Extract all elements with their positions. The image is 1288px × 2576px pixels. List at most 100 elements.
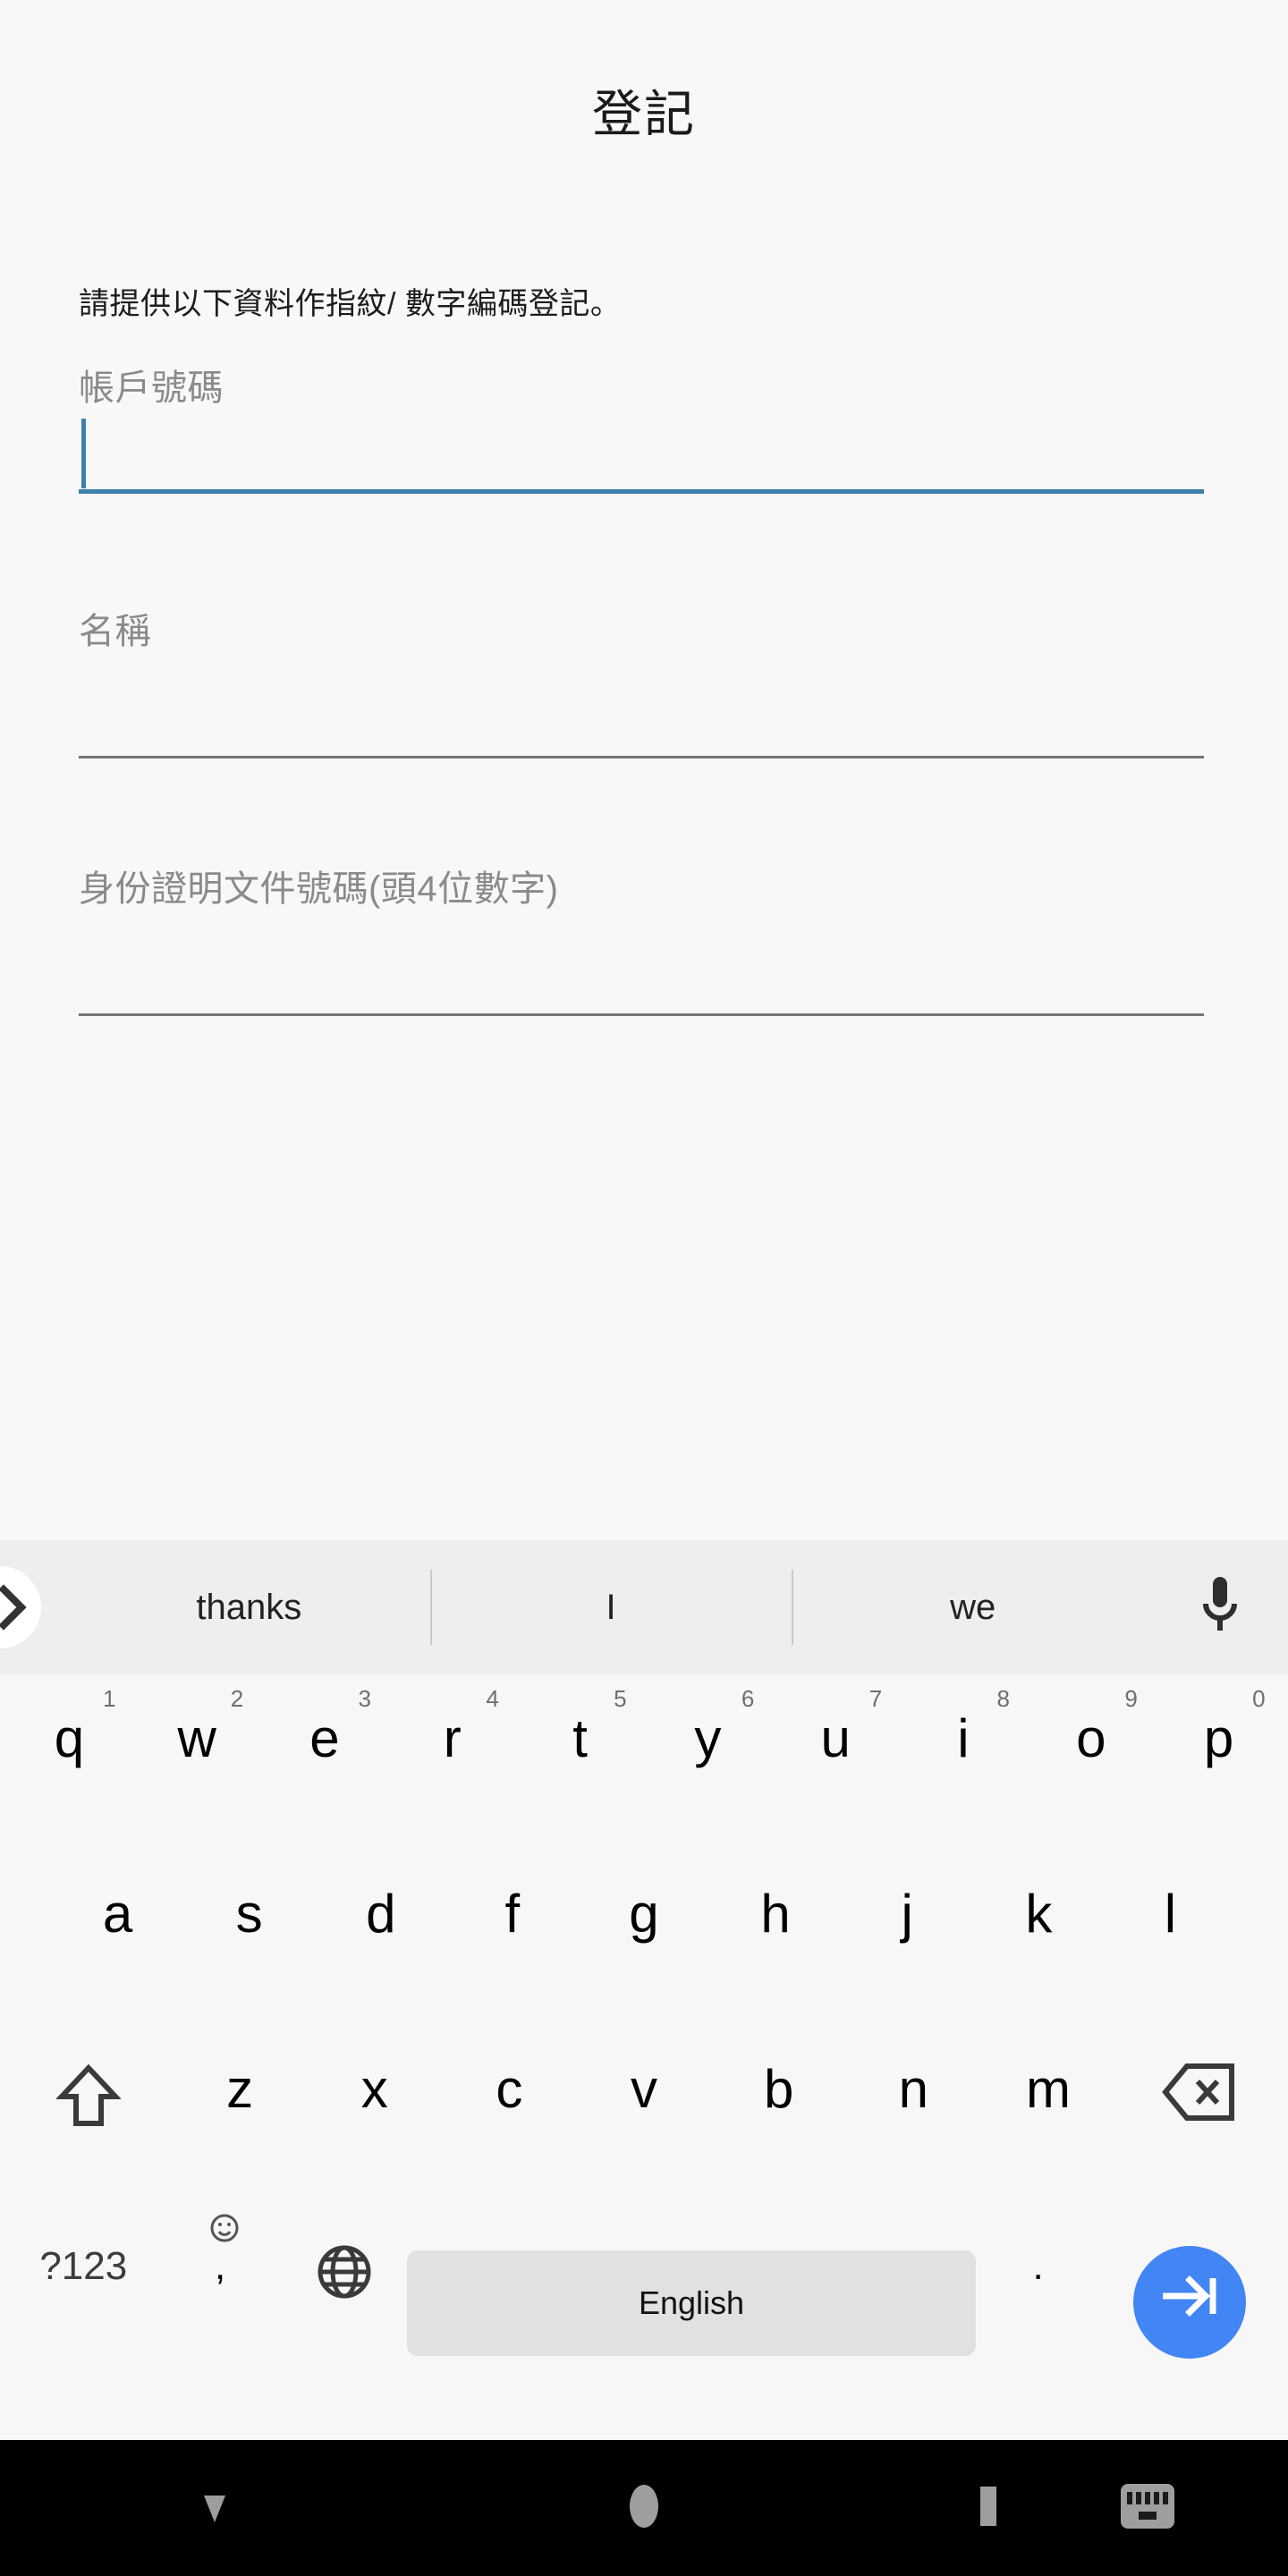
key-label: t bbox=[572, 1708, 588, 1768]
input-wrap-name[interactable] bbox=[79, 655, 1204, 758]
nav-home-button[interactable] bbox=[429, 2481, 859, 2536]
form-field-account-number[interactable]: 帳戶號碼 bbox=[79, 365, 1204, 494]
expand-suggestions-button[interactable] bbox=[0, 1566, 41, 1648]
key-label: l bbox=[1164, 1884, 1177, 1944]
key-x[interactable]: x bbox=[307, 2032, 442, 2202]
space-key[interactable]: English bbox=[407, 2207, 976, 2377]
key-label: e bbox=[309, 1708, 340, 1768]
key-hint: 3 bbox=[358, 1685, 371, 1712]
key-y[interactable]: 6 y bbox=[644, 1682, 772, 1852]
key-label: m bbox=[1025, 2059, 1071, 2119]
key-r[interactable]: 4 r bbox=[388, 1682, 516, 1852]
chevron-right-icon bbox=[0, 1582, 29, 1632]
comma-key[interactable]: , bbox=[158, 2207, 283, 2377]
key-c[interactable]: c bbox=[442, 2032, 577, 2202]
key-hint: 6 bbox=[741, 1685, 755, 1712]
keyboard-row-4: ?123 , English . bbox=[0, 2207, 1288, 2386]
key-label: u bbox=[820, 1708, 851, 1768]
space-key-label: English bbox=[407, 2250, 976, 2356]
nav-hide-keyboard-button[interactable] bbox=[0, 2481, 429, 2536]
key-m[interactable]: m bbox=[981, 2032, 1116, 2202]
key-hint: 2 bbox=[230, 1685, 244, 1712]
suggestion-item[interactable]: we bbox=[792, 1540, 1154, 1674]
key-hint: 7 bbox=[869, 1685, 883, 1712]
key-d[interactable]: d bbox=[315, 1857, 446, 2027]
keyboard-rows: 1 q 2 w 3 e 4 r 5 t 6 y 7 u 8 i 9 o 0 p … bbox=[0, 1674, 1288, 2435]
keyboard-row-2: a s d f g h j k l bbox=[0, 1857, 1288, 2032]
suggestion-item[interactable]: thanks bbox=[68, 1540, 430, 1674]
key-b[interactable]: b bbox=[711, 2032, 846, 2202]
key-label: y bbox=[694, 1708, 722, 1768]
backspace-icon bbox=[1161, 2061, 1237, 2136]
key-label: j bbox=[901, 1884, 913, 1944]
home-circle-icon bbox=[619, 2481, 669, 2536]
language-switch-key[interactable] bbox=[283, 2207, 407, 2377]
key-n[interactable]: n bbox=[846, 2032, 981, 2202]
back-down-icon bbox=[190, 2481, 240, 2536]
shift-key[interactable] bbox=[5, 2032, 173, 2202]
backspace-key[interactable] bbox=[1115, 2032, 1283, 2202]
nav-right-group bbox=[859, 2481, 1288, 2536]
text-caret bbox=[81, 419, 86, 488]
key-e[interactable]: 3 e bbox=[261, 1682, 389, 1852]
microphone-icon bbox=[1197, 1573, 1243, 1642]
key-k[interactable]: k bbox=[973, 1857, 1105, 2027]
field-underline bbox=[79, 756, 1204, 758]
input-wrap-account-number[interactable] bbox=[79, 411, 1204, 494]
key-label: q bbox=[54, 1708, 85, 1768]
form-field-id-document-number[interactable]: 身份證明文件號碼(頭4位數字) bbox=[79, 866, 1204, 1016]
key-i[interactable]: 8 i bbox=[900, 1682, 1028, 1852]
key-j[interactable]: j bbox=[842, 1857, 973, 2027]
key-label: o bbox=[1076, 1708, 1106, 1768]
form-field-name[interactable]: 名稱 bbox=[79, 608, 1204, 758]
field-underline bbox=[79, 1013, 1204, 1016]
key-o[interactable]: 9 o bbox=[1027, 1682, 1155, 1852]
key-label: h bbox=[760, 1884, 791, 1944]
key-label: c bbox=[496, 2059, 523, 2119]
nav-recents-button[interactable] bbox=[969, 2481, 1008, 2536]
key-z[interactable]: z bbox=[173, 2032, 308, 2202]
key-u[interactable]: 7 u bbox=[772, 1682, 900, 1852]
input-wrap-id-document-number[interactable] bbox=[79, 912, 1204, 1016]
key-f[interactable]: f bbox=[446, 1857, 578, 2027]
key-p[interactable]: 0 p bbox=[1155, 1682, 1283, 1852]
instruction-text: 請提供以下資料作指紋/ 數字編碼登記。 bbox=[79, 287, 622, 321]
key-label: d bbox=[366, 1884, 396, 1944]
enter-next-key[interactable] bbox=[1100, 2207, 1279, 2377]
enter-key-circle bbox=[1133, 2246, 1247, 2359]
key-l[interactable]: l bbox=[1105, 1857, 1236, 2027]
registration-form-screen: 登記 請提供以下資料作指紋/ 數字編碼登記。 帳戶號碼 名稱 身份證明文件號碼(… bbox=[0, 0, 1288, 1540]
key-label: i bbox=[957, 1708, 970, 1768]
key-label: r bbox=[443, 1708, 462, 1768]
suggestion-item[interactable]: I bbox=[429, 1540, 792, 1674]
key-hint: 9 bbox=[1124, 1685, 1138, 1712]
key-hint: 8 bbox=[996, 1685, 1010, 1712]
key-label: x bbox=[360, 2059, 388, 2119]
key-label: n bbox=[898, 2059, 928, 2119]
on-screen-keyboard: thanks I we 1 q 2 w 3 e 4 r 5 t 6 y 7 u … bbox=[0, 1540, 1288, 2435]
key-label: k bbox=[1025, 1884, 1053, 1944]
key-hint: 0 bbox=[1252, 1685, 1266, 1712]
key-q[interactable]: 1 q bbox=[5, 1682, 133, 1852]
symbols-key[interactable]: ?123 bbox=[9, 2207, 158, 2377]
key-hint: 4 bbox=[486, 1685, 499, 1712]
key-g[interactable]: g bbox=[578, 1857, 709, 2027]
key-t[interactable]: 5 t bbox=[516, 1682, 644, 1852]
field-label-account-number: 帳戶號碼 bbox=[79, 369, 224, 408]
keyboard-row-3: z x c v b n m bbox=[0, 2032, 1288, 2207]
globe-icon bbox=[316, 2243, 373, 2313]
keyboard-row-1: 1 q 2 w 3 e 4 r 5 t 6 y 7 u 8 i 9 o 0 p bbox=[0, 1682, 1288, 1857]
key-label: , bbox=[215, 2244, 226, 2288]
key-a[interactable]: a bbox=[52, 1857, 183, 2027]
key-h[interactable]: h bbox=[710, 1857, 842, 2027]
key-label: p bbox=[1203, 1708, 1234, 1768]
key-w[interactable]: 2 w bbox=[133, 1682, 261, 1852]
key-s[interactable]: s bbox=[183, 1857, 315, 2027]
nav-switch-keyboard-button[interactable] bbox=[1117, 2481, 1178, 2536]
period-key[interactable]: . bbox=[976, 2207, 1100, 2377]
key-v[interactable]: v bbox=[577, 2032, 712, 2202]
key-hint: 1 bbox=[102, 1685, 116, 1712]
key-hint: 5 bbox=[614, 1685, 627, 1712]
voice-input-button[interactable] bbox=[1177, 1564, 1263, 1650]
key-label: z bbox=[226, 2059, 254, 2119]
